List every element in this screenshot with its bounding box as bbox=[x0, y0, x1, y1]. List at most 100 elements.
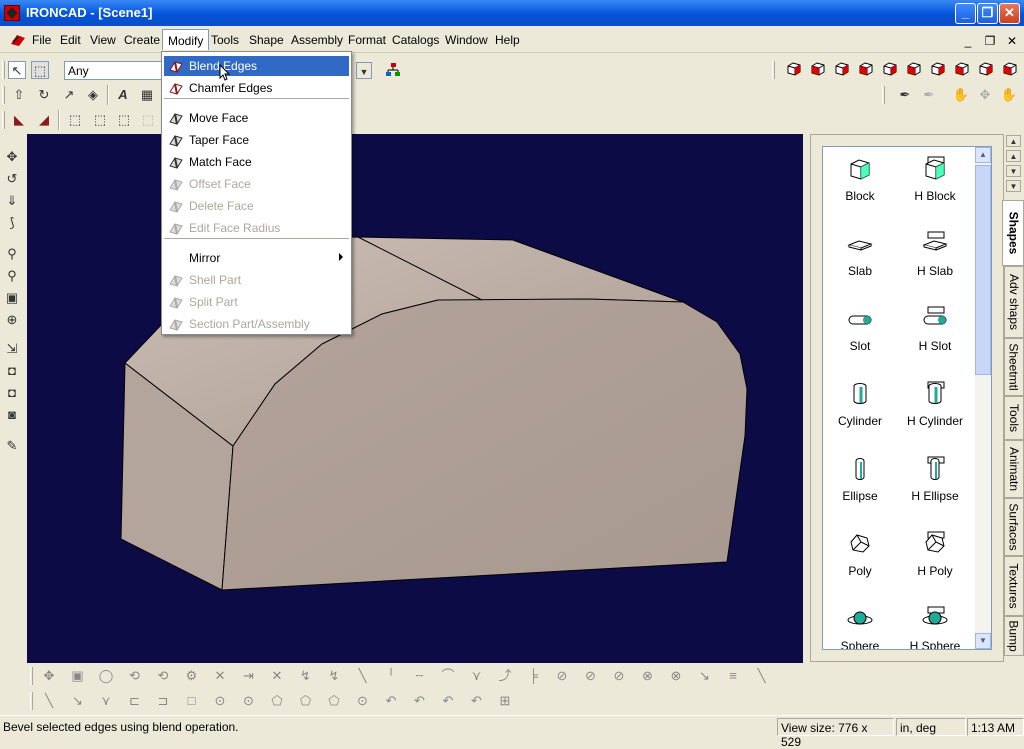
sketch-tool-9-icon[interactable]: ✕ bbox=[268, 667, 286, 685]
sketch-tool2-13-icon[interactable]: ↶ bbox=[382, 692, 400, 710]
catalog-item-h-ellipse[interactable]: H Ellipse bbox=[900, 455, 970, 503]
trimetric-view-cube-icon[interactable] bbox=[977, 61, 995, 79]
sketch-tool-22-icon[interactable]: ⊗ bbox=[639, 667, 657, 685]
toolbar2-grip[interactable] bbox=[2, 86, 5, 104]
sketch-tool-2-icon[interactable]: ▣ bbox=[69, 667, 87, 685]
move-face-tool-icon[interactable]: ⬚ bbox=[66, 111, 84, 129]
sketch-tool2-12-icon[interactable]: ⊙ bbox=[354, 692, 372, 710]
catalog-item-block[interactable]: Block bbox=[825, 155, 895, 203]
camera-walk-icon[interactable]: ◙ bbox=[3, 406, 21, 424]
menu-shape[interactable]: Shape bbox=[249, 33, 284, 47]
sketch-tool2-1-icon[interactable]: ╲ bbox=[40, 692, 58, 710]
filter-dropdown-chevron-icon[interactable]: ▼ bbox=[356, 62, 372, 79]
side-tab-bump[interactable]: Bump bbox=[1004, 616, 1024, 656]
sweep-icon[interactable]: ↗ bbox=[60, 86, 78, 104]
sketch-tool-26-icon[interactable]: ╲ bbox=[753, 667, 771, 685]
select-box-icon[interactable]: ⬚ bbox=[31, 61, 49, 79]
front-view-cube-icon[interactable] bbox=[785, 61, 803, 79]
menu-item-mirror[interactable]: Mirror bbox=[164, 248, 349, 268]
zoom-fit-icon[interactable]: ▣ bbox=[3, 289, 21, 307]
close-button[interactable]: ✕ bbox=[999, 3, 1020, 24]
sketch-tool-1-icon[interactable]: ✥ bbox=[40, 667, 58, 685]
side-tab-sheetmtl[interactable]: Sheetmtl bbox=[1004, 338, 1024, 396]
toolbar-right-grip[interactable] bbox=[882, 86, 885, 104]
side-tab-surfaces[interactable]: Surfaces bbox=[1004, 498, 1024, 556]
smart-paint-icon[interactable]: ✋ bbox=[952, 86, 970, 104]
sketch-tool-14-icon[interactable]: ┄ bbox=[411, 667, 429, 685]
menu-item-shell-part[interactable]: Shell Part bbox=[164, 270, 349, 290]
zoom-tool-icon[interactable]: ⚲ bbox=[3, 245, 21, 263]
scroll-thumb[interactable] bbox=[975, 165, 991, 375]
sketch-tool-7-icon[interactable]: ✕ bbox=[211, 667, 229, 685]
sketch-tool2-15-icon[interactable]: ↶ bbox=[439, 692, 457, 710]
sketch-tool-25-icon[interactable]: ≡ bbox=[724, 667, 742, 685]
sketch-tool2-4-icon[interactable]: ⊏ bbox=[126, 692, 144, 710]
bottom-toolbar-grip[interactable] bbox=[30, 667, 33, 685]
extrude-icon[interactable]: ⇧ bbox=[10, 86, 28, 104]
sketch-tool2-10-icon[interactable]: ⬠ bbox=[297, 692, 315, 710]
pan-tool-icon[interactable]: ⇓ bbox=[3, 192, 21, 210]
sketch-tool2-11-icon[interactable]: ⬠ bbox=[325, 692, 343, 710]
menu-item-chamfer-edges[interactable]: Chamfer Edges bbox=[164, 78, 349, 98]
sketch-tool-11-icon[interactable]: ↯ bbox=[325, 667, 343, 685]
left-view-cube-icon[interactable] bbox=[881, 61, 899, 79]
menu-item-move-face[interactable]: Move Face bbox=[164, 108, 349, 128]
sketch-tool-13-icon[interactable]: ╵ bbox=[382, 667, 400, 685]
scroll-down-icon[interactable]: ▼ bbox=[975, 633, 991, 649]
menu-view[interactable]: View bbox=[90, 33, 116, 47]
menu-catalogs[interactable]: Catalogs bbox=[392, 33, 439, 47]
select-arrow-icon[interactable]: ↖ bbox=[8, 61, 26, 79]
text-icon[interactable]: A bbox=[114, 86, 132, 104]
menu-item-blend-edges[interactable]: Blend Edges bbox=[164, 56, 349, 76]
custom-shape-icon[interactable]: ▦ bbox=[138, 86, 156, 104]
doc-restore-button[interactable]: ❐ bbox=[980, 32, 1000, 50]
sketch-tool-12-icon[interactable]: ╲ bbox=[354, 667, 372, 685]
camera-move-icon[interactable]: ⇲ bbox=[3, 340, 21, 358]
sketch-tool2-7-icon[interactable]: ⊙ bbox=[211, 692, 229, 710]
sketch-tool-3-icon[interactable]: ◯ bbox=[97, 667, 115, 685]
loft-icon[interactable]: ◈ bbox=[84, 86, 102, 104]
side-tab-shapes[interactable]: Shapes bbox=[1002, 200, 1024, 266]
sketch-tool-4-icon[interactable]: ⟲ bbox=[126, 667, 144, 685]
normal-view-cube-icon[interactable] bbox=[1001, 61, 1019, 79]
sketch-tool-15-icon[interactable]: ⌒ bbox=[439, 667, 457, 685]
orbit-tool-icon[interactable]: ↺ bbox=[3, 170, 21, 188]
side-tab-animatn[interactable]: Animatn bbox=[1004, 440, 1024, 498]
bottom-view-cube-icon[interactable] bbox=[857, 61, 875, 79]
doc-close-button[interactable]: ✕ bbox=[1002, 32, 1022, 50]
sketch-tool-8-icon[interactable]: ⇥ bbox=[240, 667, 258, 685]
sketch-tool2-9-icon[interactable]: ⬠ bbox=[268, 692, 286, 710]
top-view-cube-icon[interactable] bbox=[833, 61, 851, 79]
sketch-tool-23-icon[interactable]: ⊗ bbox=[667, 667, 685, 685]
sketch-tool-18-icon[interactable]: ╞ bbox=[525, 667, 543, 685]
sketch-tool-6-icon[interactable]: ⚙ bbox=[183, 667, 201, 685]
sketch-tool-17-icon[interactable]: ⤴ bbox=[496, 667, 514, 685]
camera-icon[interactable]: ◘ bbox=[3, 362, 21, 380]
menu-help[interactable]: Help bbox=[495, 33, 520, 47]
look-at-icon[interactable]: ⊕ bbox=[3, 311, 21, 329]
document-icon[interactable] bbox=[9, 32, 27, 48]
menu-item-split-part[interactable]: Split Part bbox=[164, 292, 349, 312]
sketch-tool2-5-icon[interactable]: ⊐ bbox=[154, 692, 172, 710]
menu-format[interactable]: Format bbox=[348, 33, 386, 47]
catalog-item-h-block[interactable]: H Block bbox=[900, 155, 970, 203]
sketch-tool2-6-icon[interactable]: □ bbox=[183, 692, 201, 710]
selection-filter-combo[interactable]: Any bbox=[64, 61, 168, 80]
sketch-tool-10-icon[interactable]: ↯ bbox=[297, 667, 315, 685]
catalog-item-h-slab[interactable]: H Slab bbox=[900, 230, 970, 278]
sketch-icon[interactable]: ✎ bbox=[3, 437, 21, 455]
catalog-item-cylinder[interactable]: Cylinder bbox=[825, 380, 895, 428]
offset-face-tool-icon[interactable]: ⬚ bbox=[139, 111, 157, 129]
dimetric-view-cube-icon[interactable] bbox=[953, 61, 971, 79]
iso-view-cube-icon[interactable] bbox=[929, 61, 947, 79]
scene-part-drawing[interactable] bbox=[27, 134, 803, 663]
menu-item-offset-face[interactable]: Offset Face bbox=[164, 174, 349, 194]
menu-item-match-face[interactable]: Match Face bbox=[164, 152, 349, 172]
move-tool-icon[interactable]: ✥ bbox=[3, 148, 21, 166]
side-tab-adv-shaps[interactable]: Adv shaps bbox=[1004, 266, 1024, 338]
menu-modify[interactable]: Modify bbox=[162, 29, 210, 50]
ironcad-app-icon[interactable] bbox=[4, 5, 20, 21]
3d-viewport[interactable] bbox=[27, 134, 803, 663]
blend-edges-tool-icon[interactable]: ◣ bbox=[10, 111, 28, 129]
sketch-tool2-16-icon[interactable]: ↶ bbox=[468, 692, 486, 710]
